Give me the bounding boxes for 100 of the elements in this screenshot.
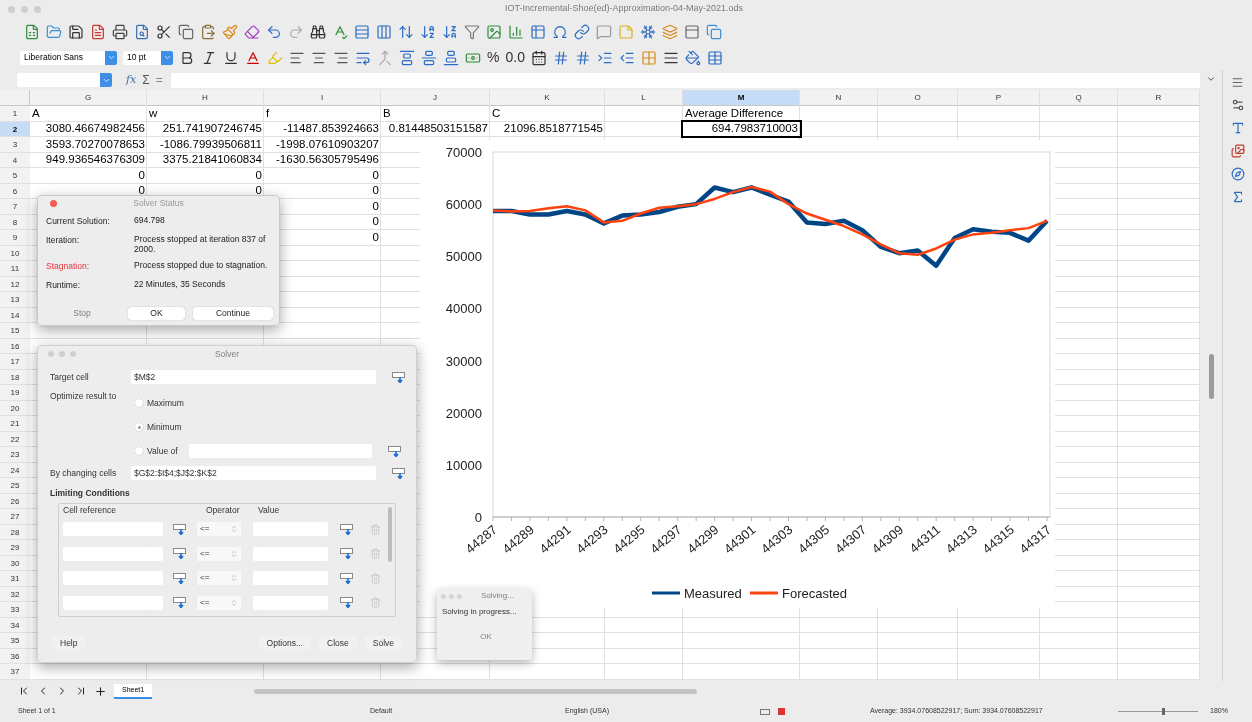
- dialog-title: Solving...: [481, 590, 514, 602]
- window-title: IOT-Incremental-Shoe(ed)-Approximation-04-May-2021.ods: [505, 2, 744, 16]
- table-cell-text: 0.81448503151587: [387, 121, 489, 136]
- column-header[interactable]: J: [381, 90, 490, 105]
- field-label: Optimize result to: [50, 390, 118, 403]
- option-label: Minimum: [147, 420, 183, 434]
- field-label: Target cell: [50, 370, 90, 384]
- table-header: Operator: [206, 503, 241, 517]
- option-label: Value of: [147, 444, 179, 458]
- operator-select[interactable]: <=: [197, 546, 241, 561]
- status-value: Process stopped due to stagnation.: [134, 259, 269, 272]
- table-cell-text: Average Difference: [684, 106, 785, 121]
- table-cell-text: 251.741907246745: [161, 121, 263, 136]
- table-cell-text: C: [491, 106, 502, 121]
- y-tick-label: 40000: [445, 301, 482, 317]
- table-cell-text: 21096.8518771545: [502, 121, 604, 136]
- table-cell-text: -1086.79939506811: [158, 137, 263, 152]
- field-label: By changing cells: [50, 466, 118, 480]
- dialog-title: Solver Status: [133, 197, 184, 210]
- column-header[interactable]: H: [147, 90, 264, 105]
- column-header[interactable]: Q: [1040, 90, 1118, 105]
- column-header[interactable]: O: [878, 90, 958, 105]
- table-cell-text: 0: [254, 168, 263, 183]
- status-value: 22 Minutes, 35 Seconds: [134, 278, 227, 291]
- row-header[interactable]: 13: [0, 292, 30, 307]
- column-header[interactable]: K: [490, 90, 605, 105]
- table-cell-text: 3080.46674982456: [44, 121, 146, 136]
- target-cell-field[interactable]: $M$2: [131, 370, 376, 384]
- table-cell-text: 0: [371, 199, 380, 214]
- status-label: Current Solution:: [46, 215, 111, 228]
- font-name-field[interactable]: Liberation Sans: [20, 50, 117, 65]
- font-size-field[interactable]: 10 pt: [123, 50, 173, 65]
- row-header[interactable]: 7: [0, 199, 30, 214]
- row-header[interactable]: 37: [0, 664, 30, 679]
- row-header[interactable]: 1: [0, 106, 30, 121]
- row-header[interactable]: 35: [0, 633, 30, 648]
- table-cell-text: 0: [254, 183, 263, 198]
- y-tick-label: 0: [474, 510, 482, 525]
- status-value: 694.798: [134, 215, 166, 227]
- dialog-button[interactable]: Close: [319, 636, 357, 650]
- table-cell: 694.7983710003: [683, 121, 800, 136]
- dialog-button[interactable]: OK: [128, 307, 185, 320]
- y-tick-label: 10000: [445, 457, 482, 473]
- table-cell-text: -11487.853924663: [282, 121, 380, 136]
- row-header[interactable]: 5: [0, 168, 30, 183]
- y-tick-label: 70000: [445, 145, 482, 160]
- column-header[interactable]: P: [958, 90, 1040, 105]
- status-label: Runtime:: [46, 278, 81, 292]
- table-header: Cell reference: [63, 503, 117, 517]
- progress-message: Solving in progress...: [441, 606, 518, 618]
- row-header[interactable]: 31: [0, 571, 30, 586]
- legend-label: Forecasted: [782, 586, 848, 601]
- sum-button[interactable]: Σ: [142, 71, 150, 89]
- table-cell-text: f: [265, 106, 271, 121]
- row-header[interactable]: 23: [0, 447, 30, 462]
- percent-format-button[interactable]: %: [487, 47, 500, 68]
- section-title: Limiting Conditions: [49, 487, 131, 500]
- table-cell-text: 0: [137, 168, 146, 183]
- row-header[interactable]: 15: [0, 323, 30, 338]
- y-tick-label: 60000: [445, 197, 482, 213]
- status-value: Process stopped at iteration 837 of 2000.: [134, 233, 267, 254]
- status-label: Stagnation:: [46, 259, 90, 273]
- column-header[interactable]: G: [30, 90, 147, 105]
- row-header[interactable]: 11: [0, 261, 30, 276]
- row-header[interactable]: 25: [0, 478, 30, 493]
- y-tick-label: 30000: [445, 353, 482, 369]
- dialog-button[interactable]: Help: [52, 636, 86, 650]
- number-format-button[interactable]: 0.0: [505, 47, 525, 68]
- operator-select[interactable]: <=: [197, 571, 241, 585]
- row-header[interactable]: 19: [0, 385, 30, 400]
- function-wizard-button[interactable]: fx: [126, 71, 137, 89]
- table-cell-text: 3375.21841060834: [161, 152, 263, 167]
- legend-label: Measured: [684, 586, 742, 601]
- operator-select[interactable]: <=: [197, 522, 241, 536]
- row-header[interactable]: 17: [0, 354, 30, 369]
- row-header[interactable]: 21: [0, 416, 30, 431]
- column-header[interactable]: M: [683, 90, 800, 105]
- dialog-button[interactable]: Continue: [193, 307, 273, 320]
- column-header[interactable]: N: [800, 90, 878, 105]
- table-cell-text: 0: [371, 214, 380, 229]
- dialog-title: Solver: [214, 347, 240, 361]
- operator-select[interactable]: <=: [197, 595, 241, 610]
- column-header[interactable]: I: [264, 90, 381, 105]
- y-tick-label: 50000: [445, 249, 482, 265]
- row-header[interactable]: 33: [0, 602, 30, 617]
- table-cell-text: 0: [137, 183, 146, 198]
- dialog-button[interactable]: Solve: [364, 636, 402, 650]
- table-cell-text: 0: [371, 183, 380, 198]
- table-cell-text: 949.936546376309: [44, 152, 146, 167]
- row-header[interactable]: 29: [0, 540, 30, 555]
- table-cell-text: A: [31, 106, 41, 121]
- column-header[interactable]: R: [1118, 90, 1200, 105]
- dialog-button[interactable]: Options...: [258, 636, 311, 650]
- row-header[interactable]: 9: [0, 230, 30, 245]
- table-cell-text: -1998.07610903207: [275, 137, 380, 152]
- option-label: Maximum: [147, 396, 185, 410]
- row-header[interactable]: 3: [0, 137, 30, 152]
- status-label: Iteration:: [46, 233, 81, 247]
- row-header[interactable]: 27: [0, 509, 30, 524]
- changing-cells-field[interactable]: $G$2:$I$4;$J$2:$K$2: [131, 466, 376, 480]
